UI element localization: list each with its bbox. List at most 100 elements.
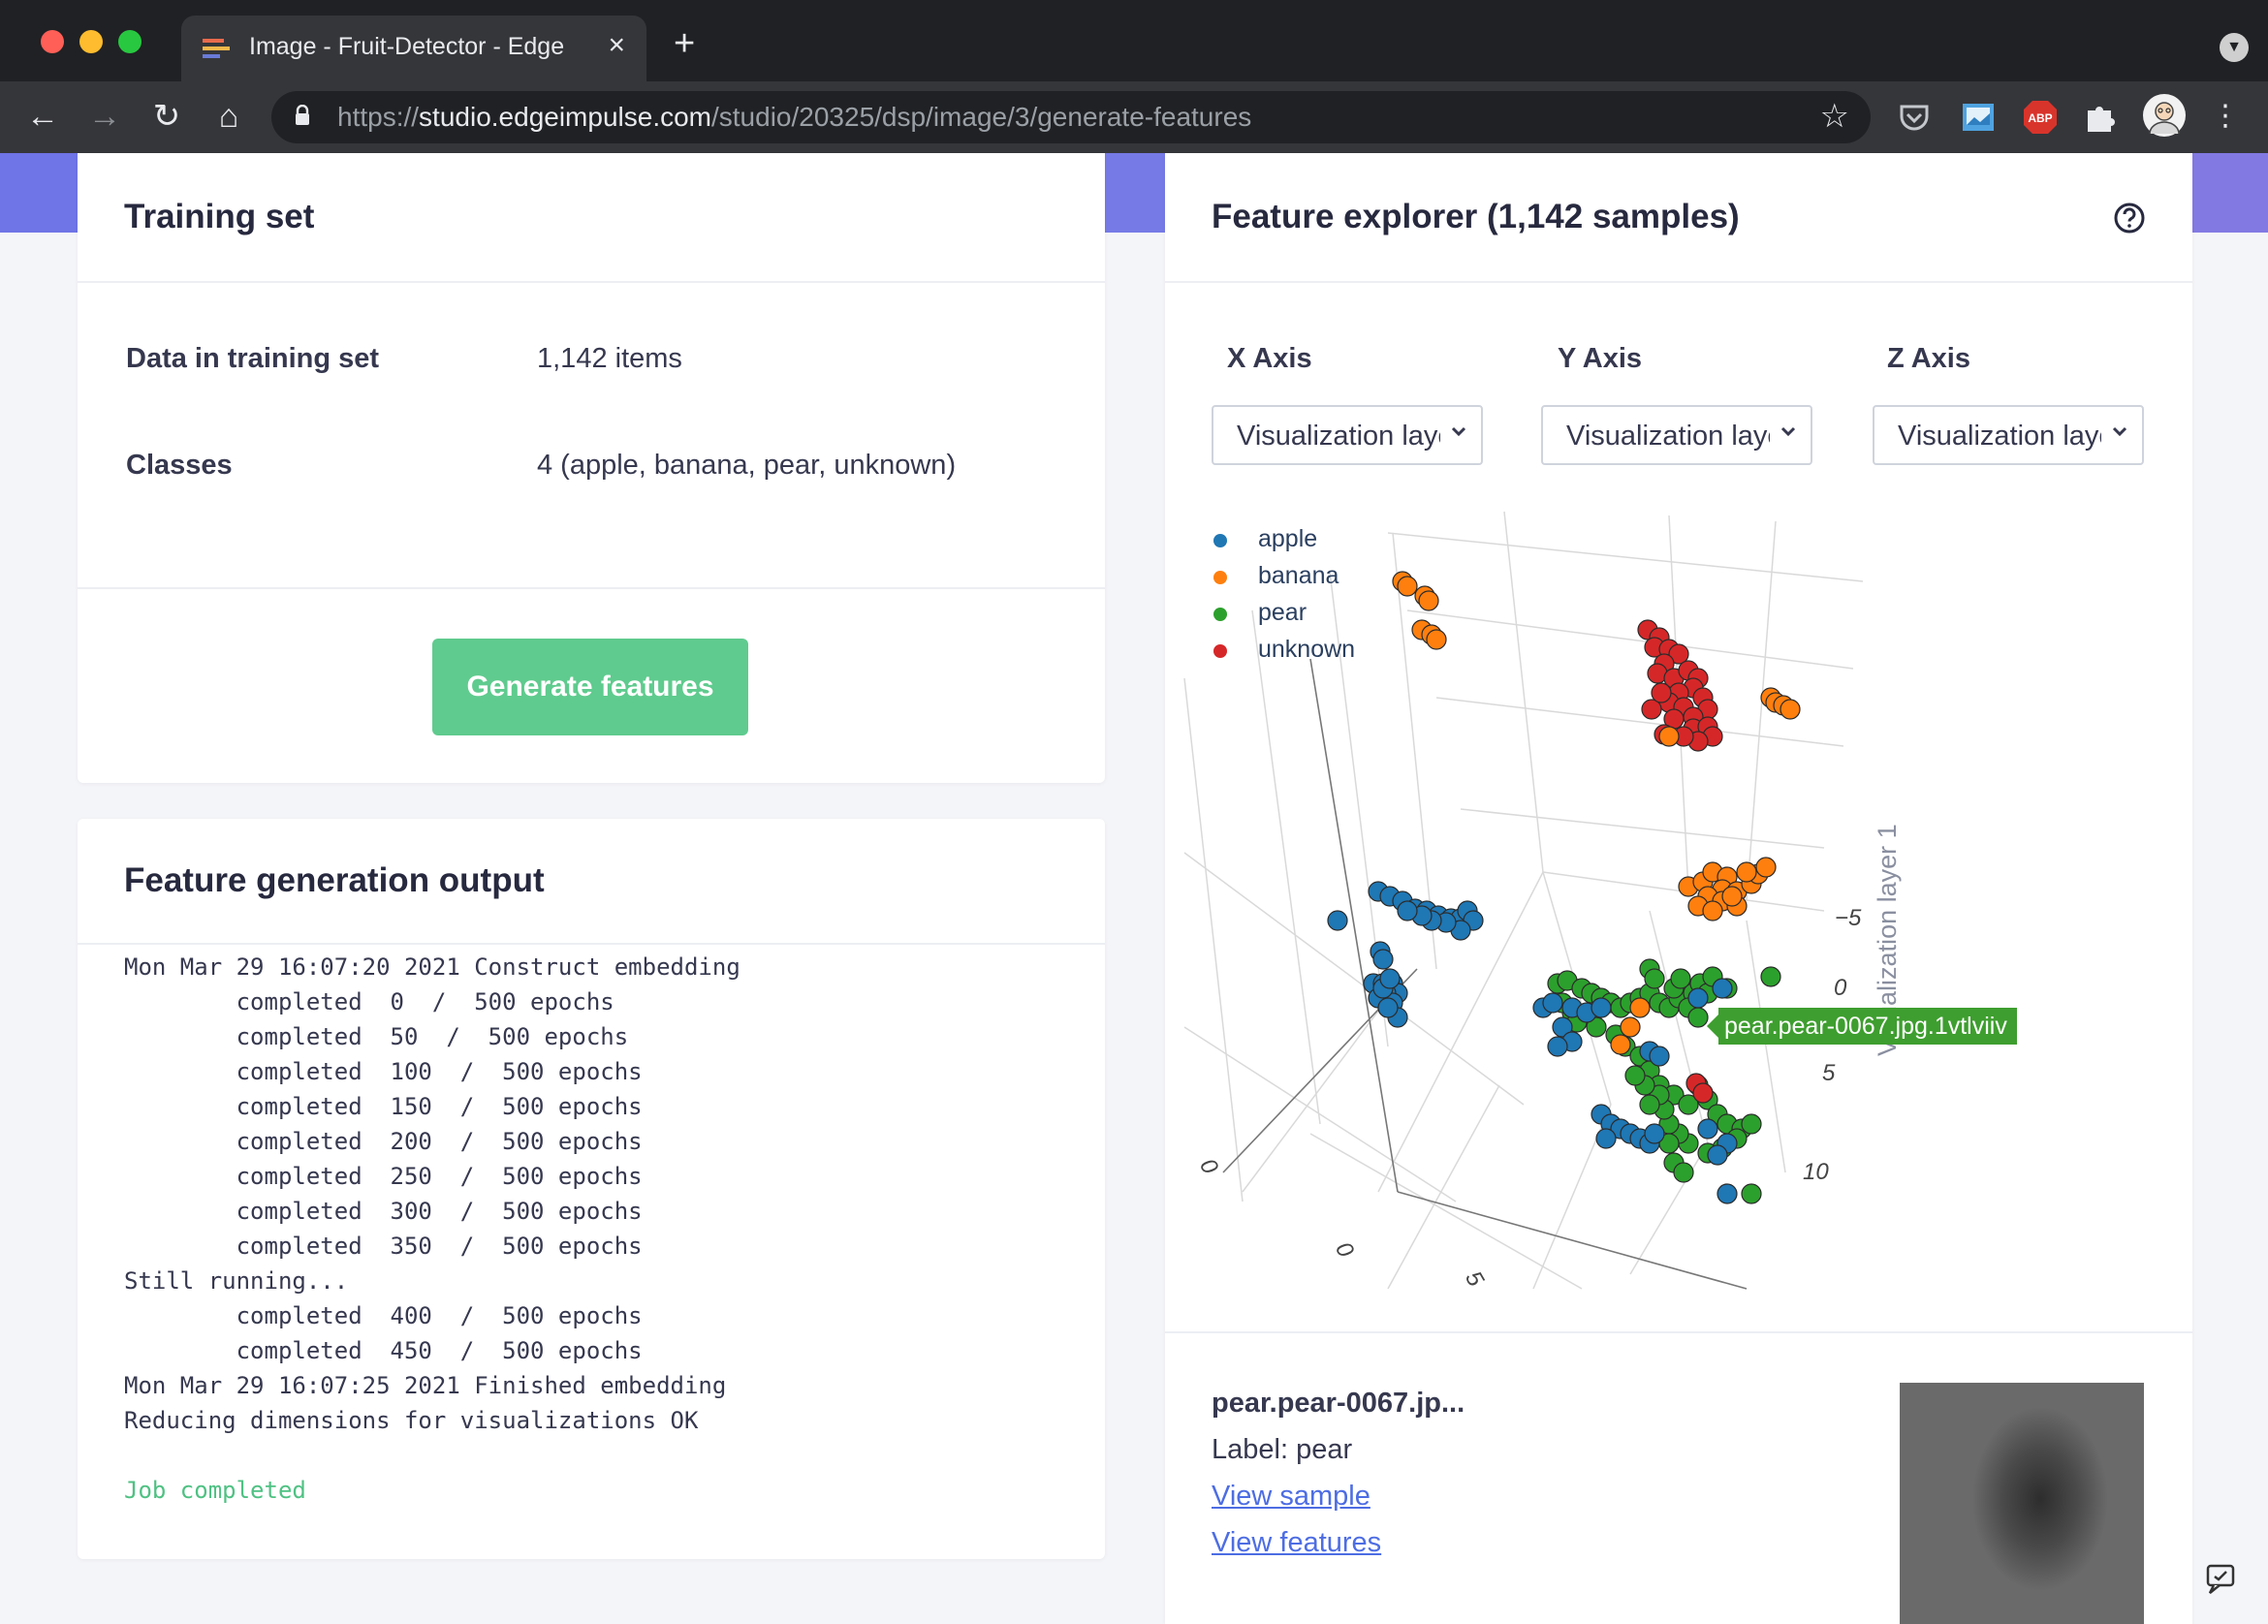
new-tab-button[interactable]: + xyxy=(674,25,695,62)
scatter-point-banana[interactable] xyxy=(1780,699,1801,720)
scatter-point-banana[interactable] xyxy=(1702,900,1723,921)
data-in-training-set-value: 1,142 items xyxy=(537,343,682,374)
tick-label: 10 xyxy=(1803,1159,1829,1185)
scatter-point-pear[interactable] xyxy=(1741,1183,1762,1204)
view-features-link[interactable]: View features xyxy=(1212,1527,1381,1559)
plot-axes xyxy=(1222,658,1748,1290)
scatter-point-banana[interactable] xyxy=(1418,590,1439,611)
x-axis-label: X Axis xyxy=(1227,343,1312,374)
divider xyxy=(1165,281,2192,283)
header-banner xyxy=(0,153,78,233)
scatter-point-apple[interactable] xyxy=(1649,1046,1670,1067)
scatter-point-pear[interactable] xyxy=(1741,1113,1762,1135)
legend-apple[interactable]: apple xyxy=(1258,525,1317,553)
scatter-point-banana[interactable] xyxy=(1397,576,1418,597)
browser-tab[interactable]: Image - Fruit-Detector - Edge Impulse × xyxy=(181,16,646,81)
tab-title: Image - Fruit-Detector - Edge Impulse xyxy=(249,33,569,60)
z-axis-select[interactable]: Visualization layer 3 xyxy=(1873,405,2144,465)
selected-sample-label: Label: pear xyxy=(1212,1434,1353,1465)
puzzle-extensions-icon[interactable] xyxy=(2082,99,2119,136)
scatter-point-pear[interactable] xyxy=(1644,968,1665,989)
scatter-point-apple[interactable] xyxy=(1372,949,1394,970)
close-window-button[interactable] xyxy=(41,30,64,53)
bookmark-star-icon[interactable]: ☆ xyxy=(1820,97,1849,136)
legend-pear-marker xyxy=(1213,608,1227,621)
console-line: completed 250 / 500 epochs xyxy=(124,1163,643,1190)
pocket-icon[interactable] xyxy=(1896,99,1933,136)
scatter-point-apple[interactable] xyxy=(1377,997,1399,1018)
scatter-point-banana[interactable] xyxy=(1620,1016,1641,1038)
back-icon[interactable]: ← xyxy=(19,93,66,140)
scatter-point-unknown[interactable] xyxy=(1692,1082,1714,1104)
chevron-down-icon xyxy=(2112,426,2127,437)
help-icon[interactable] xyxy=(2113,202,2146,234)
scatter-point-banana[interactable] xyxy=(1629,997,1651,1018)
sample-thumbnail xyxy=(1900,1383,2144,1624)
adblock-icon[interactable]: ABP xyxy=(2022,99,2059,136)
scatter-point-apple[interactable] xyxy=(1591,997,1612,1018)
selected-sample-name: pear.pear-0067.jp... xyxy=(1212,1388,1465,1419)
legend-apple-marker xyxy=(1213,534,1227,547)
console-line: completed 150 / 500 epochs xyxy=(124,1093,643,1120)
minimize-window-button[interactable] xyxy=(79,30,103,53)
avatar[interactable] xyxy=(2142,93,2187,138)
address-bar[interactable]: https://studio.edgeimpulse.com/studio/20… xyxy=(271,91,1871,143)
console-line: Still running... xyxy=(124,1267,349,1295)
console-output: Mon Mar 29 16:07:20 2021 Construct embed… xyxy=(124,950,740,1508)
scatter-point-apple[interactable] xyxy=(1547,1036,1568,1057)
scatter-point-banana[interactable] xyxy=(1721,886,1743,907)
scatter-point-banana[interactable] xyxy=(1658,726,1680,747)
tab-search-icon[interactable]: ▼ xyxy=(2220,33,2249,62)
maximize-window-button[interactable] xyxy=(118,30,142,53)
scatter-points[interactable] xyxy=(1327,571,1801,1204)
scatter-point-banana[interactable] xyxy=(1610,1034,1631,1055)
url-text: https://studio.edgeimpulse.com/studio/20… xyxy=(337,102,1252,132)
scatter-point-pear[interactable] xyxy=(1687,1007,1709,1028)
scatter-point-pear[interactable] xyxy=(1624,1065,1646,1086)
scatter-point-apple[interactable] xyxy=(1379,968,1401,989)
scatter-point-apple[interactable] xyxy=(1697,1118,1718,1140)
scatter-point-apple[interactable] xyxy=(1595,1128,1617,1149)
scatter-point-apple[interactable] xyxy=(1687,987,1709,1009)
legend-pear[interactable]: pear xyxy=(1258,599,1307,627)
scatter-point-unknown[interactable] xyxy=(1651,682,1672,703)
card-title: Feature explorer (1,142 samples) xyxy=(1212,198,1740,235)
scatter-point-apple[interactable] xyxy=(1397,900,1418,921)
forward-icon[interactable]: → xyxy=(81,93,128,140)
scatter-point-banana[interactable] xyxy=(1426,629,1447,650)
view-sample-link[interactable]: View sample xyxy=(1212,1481,1370,1513)
y-axis-select-value: Visualization layer 2 xyxy=(1566,421,1770,452)
divider xyxy=(1165,1331,2192,1333)
tab-bar: Image - Fruit-Detector - Edge Impulse × … xyxy=(0,0,2268,81)
scatter-point-pear[interactable] xyxy=(1639,1094,1660,1115)
classes-value: 4 (apple, banana, pear, unknown) xyxy=(537,450,957,481)
console-line: completed 50 / 500 epochs xyxy=(124,1023,629,1050)
scatter-point-apple[interactable] xyxy=(1707,1144,1728,1166)
scatter-point-pear[interactable] xyxy=(1673,1162,1694,1183)
scatter-point-apple[interactable] xyxy=(1717,1183,1738,1204)
feature-scatter-plot[interactable] xyxy=(1165,504,2192,1308)
legend-banana-marker xyxy=(1213,571,1227,584)
scatter-point-apple[interactable] xyxy=(1542,992,1563,1014)
y-axis-select[interactable]: Visualization layer 2 xyxy=(1541,405,1812,465)
console-line: Mon Mar 29 16:07:20 2021 Construct embed… xyxy=(124,953,740,981)
scatter-point-apple[interactable] xyxy=(1327,910,1348,931)
tick-label: 5 xyxy=(1822,1060,1836,1086)
tab-close-icon[interactable]: × xyxy=(608,29,625,62)
chevron-down-icon xyxy=(1780,426,1796,437)
menu-icon[interactable]: ⋮ xyxy=(2202,93,2249,140)
scatter-point-apple[interactable] xyxy=(1644,1123,1665,1144)
scatter-point-pear[interactable] xyxy=(1670,968,1691,989)
console-line: completed 100 / 500 epochs xyxy=(124,1058,643,1085)
screenshot-extension-icon[interactable] xyxy=(1960,99,1997,136)
x-axis-select[interactable]: Visualization layer 1 xyxy=(1212,405,1483,465)
legend-unknown[interactable]: unknown xyxy=(1258,636,1355,664)
generate-features-button[interactable]: Generate features xyxy=(432,639,748,735)
legend-banana[interactable]: banana xyxy=(1258,562,1339,590)
feedback-icon[interactable] xyxy=(2202,1560,2241,1599)
home-icon[interactable]: ⌂ xyxy=(205,93,252,140)
tick-label: −5 xyxy=(1835,905,1862,931)
legend-unknown-marker xyxy=(1213,644,1227,658)
reload-icon[interactable]: ↻ xyxy=(143,93,190,140)
scatter-point-apple[interactable] xyxy=(1712,978,1733,999)
